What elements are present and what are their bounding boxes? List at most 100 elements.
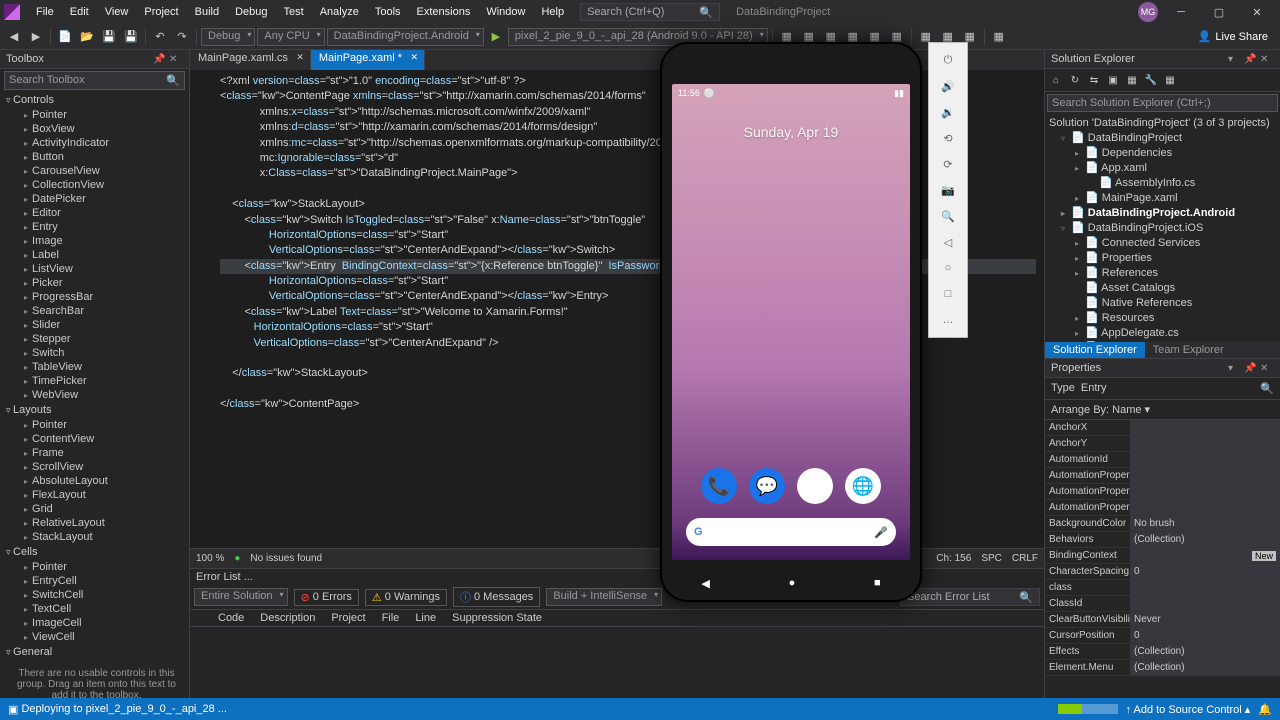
toolbox-category[interactable]: Cells bbox=[4, 544, 189, 560]
solution-tree[interactable]: Solution 'DataBindingProject' (3 of 3 pr… bbox=[1045, 114, 1280, 342]
menu-view[interactable]: View bbox=[97, 3, 137, 21]
toolbox-item[interactable]: Pointer bbox=[4, 418, 189, 432]
arrange-by-dropdown[interactable]: Arrange By: Name ▾ bbox=[1045, 400, 1280, 420]
emulator-control-icon[interactable]: ⟲ bbox=[929, 125, 967, 151]
menu-extensions[interactable]: Extensions bbox=[409, 3, 479, 21]
toolbox-item[interactable]: CollectionView bbox=[4, 178, 189, 192]
menu-debug[interactable]: Debug bbox=[227, 3, 275, 21]
toolbox-category[interactable]: Layouts bbox=[4, 402, 189, 418]
tree-node[interactable]: ▸📄 AppDelegate.cs bbox=[1047, 325, 1278, 340]
toolbox-item[interactable]: Entry bbox=[4, 220, 189, 234]
collapse-icon[interactable]: ▣ bbox=[1104, 71, 1122, 89]
play-store-icon[interactable]: ▶ bbox=[797, 468, 833, 504]
open-icon[interactable]: 📂 bbox=[77, 27, 97, 47]
property-row[interactable]: AutomationProperti... bbox=[1045, 468, 1280, 484]
emulator-control-icon[interactable]: 🔍 bbox=[929, 203, 967, 229]
tree-node[interactable]: ▸📄 MainPage.xaml bbox=[1047, 190, 1278, 205]
property-row[interactable]: AnchorX bbox=[1045, 420, 1280, 436]
tree-node[interactable]: 📄 Native References bbox=[1047, 295, 1278, 310]
home-icon[interactable]: ● bbox=[789, 577, 796, 590]
recents-icon[interactable]: ■ bbox=[874, 577, 881, 590]
toolbox-item[interactable]: SwitchCell bbox=[4, 588, 189, 602]
tree-node[interactable]: 📄 Asset Catalogs bbox=[1047, 280, 1278, 295]
menu-help[interactable]: Help bbox=[533, 3, 572, 21]
toolbox-item[interactable]: WebView bbox=[4, 388, 189, 402]
error-col-header[interactable]: Project bbox=[323, 612, 373, 624]
notifications-icon[interactable]: 🔔 bbox=[1258, 703, 1272, 716]
error-col-header[interactable]: Suppression State bbox=[444, 612, 550, 624]
messages-filter[interactable]: ⓘ0 Messages bbox=[453, 587, 540, 607]
emulator-control-icon[interactable]: 📷 bbox=[929, 177, 967, 203]
build-filter-dropdown[interactable]: Build + IntelliSense bbox=[546, 588, 662, 606]
property-row[interactable]: Behaviors(Collection) bbox=[1045, 532, 1280, 548]
nav-fwd-icon[interactable]: ▶ bbox=[26, 27, 46, 47]
emulator-control-icon[interactable]: ◁ bbox=[929, 229, 967, 255]
property-row[interactable]: AutomationProperti... bbox=[1045, 484, 1280, 500]
emulator-control-icon[interactable]: … bbox=[929, 307, 967, 333]
toolbox-item[interactable]: Image bbox=[4, 234, 189, 248]
undo-icon[interactable]: ↶ bbox=[150, 27, 170, 47]
property-row[interactable]: Element.Menu(Collection) bbox=[1045, 660, 1280, 676]
tree-node[interactable]: 📄 AssemblyInfo.cs bbox=[1047, 175, 1278, 190]
minimize-button[interactable]: ─ bbox=[1166, 2, 1196, 22]
close-icon[interactable]: ✕ bbox=[169, 54, 183, 65]
error-col-header[interactable]: Description bbox=[252, 612, 323, 624]
tree-node[interactable]: ▸📄 DataBindingProject.Android bbox=[1047, 205, 1278, 220]
toolbox-item[interactable]: Button bbox=[4, 150, 189, 164]
tree-node[interactable]: ▸📄 App.xaml bbox=[1047, 160, 1278, 175]
menu-test[interactable]: Test bbox=[276, 3, 312, 21]
tree-node[interactable]: ▸📄 Resources bbox=[1047, 310, 1278, 325]
emulator-control-icon[interactable]: ○ bbox=[929, 255, 967, 281]
menu-project[interactable]: Project bbox=[136, 3, 186, 21]
nav-back-icon[interactable]: ◀ bbox=[4, 27, 24, 47]
toolbox-item[interactable]: FlexLayout bbox=[4, 488, 189, 502]
toolbox-item[interactable]: Picker bbox=[4, 276, 189, 290]
close-button[interactable]: ✕ bbox=[1242, 2, 1272, 22]
property-row[interactable]: ClearButtonVisibilityNever bbox=[1045, 612, 1280, 628]
property-row[interactable]: class bbox=[1045, 580, 1280, 596]
toolbox-item[interactable]: TextCell bbox=[4, 602, 189, 616]
start-debug-icon[interactable]: ▶ bbox=[486, 27, 506, 47]
editor-tab[interactable]: MainPage.xaml.cs✕ bbox=[190, 50, 311, 70]
toolbox-item[interactable]: Grid bbox=[4, 502, 189, 516]
messages-app-icon[interactable]: 💬 bbox=[749, 468, 785, 504]
toolbox-item[interactable]: Editor bbox=[4, 206, 189, 220]
quick-search[interactable]: Search (Ctrl+Q)🔍 bbox=[580, 3, 720, 21]
toolbox-item[interactable]: ScrollView bbox=[4, 460, 189, 474]
toolbox-item[interactable]: DatePicker bbox=[4, 192, 189, 206]
toolbox-item[interactable]: ContentView bbox=[4, 432, 189, 446]
panel-tab[interactable]: Team Explorer bbox=[1145, 342, 1232, 358]
platform-dropdown[interactable]: Any CPU bbox=[257, 28, 324, 46]
menu-analyze[interactable]: Analyze bbox=[312, 3, 367, 21]
save-all-icon[interactable]: 💾 bbox=[121, 27, 141, 47]
toolbox-item[interactable]: StackLayout bbox=[4, 530, 189, 544]
redo-icon[interactable]: ↷ bbox=[172, 27, 192, 47]
error-col-header[interactable]: Code bbox=[210, 612, 252, 624]
chrome-icon[interactable]: 🌐 bbox=[845, 468, 881, 504]
toolbox-item[interactable]: BoxView bbox=[4, 122, 189, 136]
property-row[interactable]: AnchorY bbox=[1045, 436, 1280, 452]
toolbox-item[interactable]: ProgressBar bbox=[4, 290, 189, 304]
google-search-bar[interactable]: G🎤 bbox=[686, 518, 896, 546]
toolbox-item[interactable]: TableView bbox=[4, 360, 189, 374]
property-row[interactable]: Effects(Collection) bbox=[1045, 644, 1280, 660]
config-dropdown[interactable]: Debug bbox=[201, 28, 255, 46]
error-scope-dropdown[interactable]: Entire Solution bbox=[194, 588, 288, 606]
toolbox-item[interactable]: ListView bbox=[4, 262, 189, 276]
source-control-button[interactable]: ↑ Add to Source Control ▴ bbox=[1126, 703, 1251, 716]
toolbox-category[interactable]: General bbox=[4, 644, 189, 660]
error-search[interactable]: Search Error List🔍 bbox=[900, 588, 1040, 606]
back-icon[interactable]: ◀ bbox=[701, 577, 709, 590]
menu-edit[interactable]: Edit bbox=[62, 3, 97, 21]
editor-tab[interactable]: MainPage.xaml *✕ bbox=[311, 50, 425, 70]
toolbox-item[interactable]: CarouselView bbox=[4, 164, 189, 178]
toolbox-item[interactable]: ImageCell bbox=[4, 616, 189, 630]
pin-icon[interactable]: 📌 bbox=[1244, 54, 1258, 65]
toolbox-category[interactable]: Controls bbox=[4, 92, 189, 108]
save-icon[interactable]: 💾 bbox=[99, 27, 119, 47]
live-share-button[interactable]: 👤 Live Share bbox=[1198, 30, 1268, 43]
tree-node[interactable]: ▿📄 DataBindingProject bbox=[1047, 130, 1278, 145]
property-row[interactable]: AutomationProperti... bbox=[1045, 500, 1280, 516]
tree-node[interactable]: ▸📄 Properties bbox=[1047, 250, 1278, 265]
toolbox-item[interactable]: TimePicker bbox=[4, 374, 189, 388]
